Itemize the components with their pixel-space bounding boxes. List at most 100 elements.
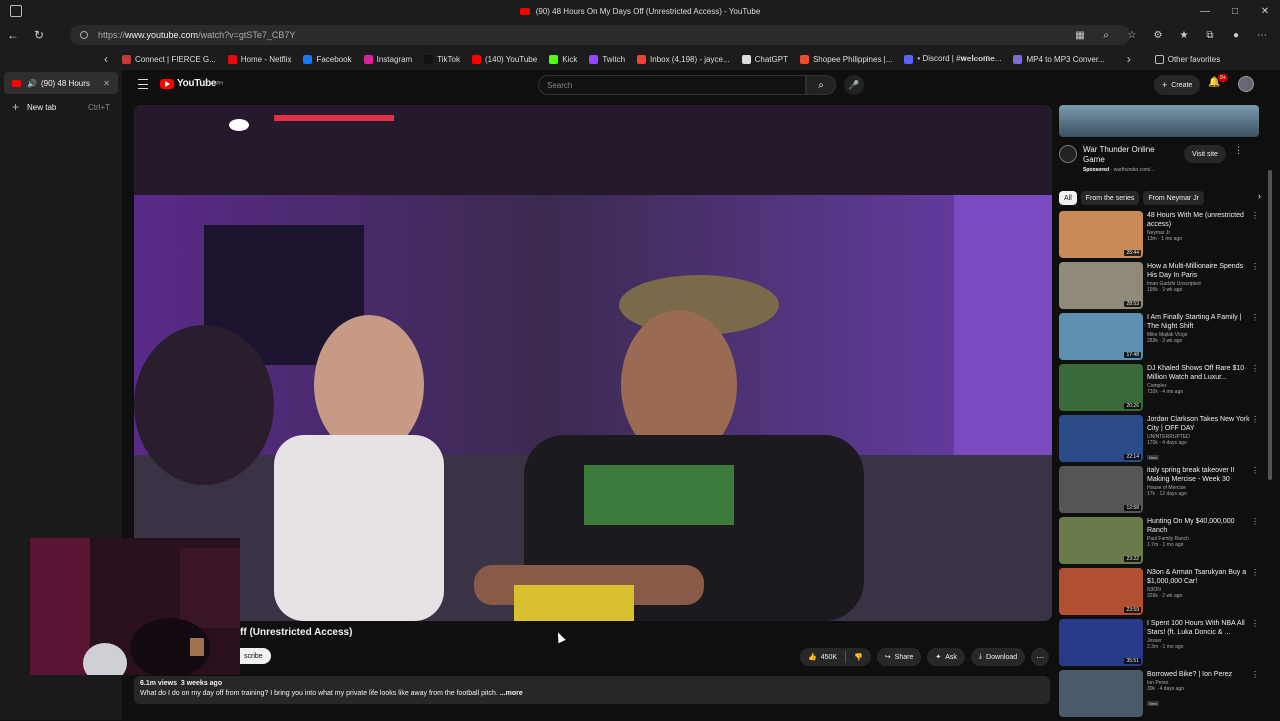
workspaces-icon[interactable] [10, 5, 22, 17]
recommended-video[interactable]: 23:59 N3on & Arman Tsarukyan Buy a $1,000… [1059, 568, 1259, 619]
video-thumbnail[interactable]: 12:58 [1059, 466, 1143, 513]
ad-banner-image[interactable] [1059, 105, 1259, 137]
tab-youtube[interactable]: 🔊 (90) 48 Hours ✕ [4, 72, 118, 94]
menu-icon[interactable] [138, 79, 148, 89]
favorites-scroll-left-icon[interactable]: ‹ [96, 46, 116, 72]
download-button[interactable]: ⤓ Download [970, 648, 1026, 666]
create-button[interactable]: + Create [1154, 75, 1201, 95]
video-menu-icon[interactable]: ⋮ [1251, 262, 1259, 271]
recommended-video[interactable]: 12:58 italy spring break takeover II Maki… [1059, 466, 1259, 517]
recommended-video[interactable]: 20:26 DJ Khaled Shows Off Rare $10 Millio… [1059, 364, 1259, 415]
video-menu-icon[interactable]: ⋮ [1251, 415, 1259, 424]
video-thumbnail[interactable] [1059, 670, 1143, 717]
chip-all[interactable]: All [1059, 191, 1077, 205]
favorite-item[interactable]: (140) YouTube [466, 54, 543, 64]
favorite-item[interactable]: MP4 to MP3 Conver... [1007, 54, 1110, 64]
video-thumbnail[interactable]: 23:22 [1059, 517, 1143, 564]
search-icon[interactable]: ⌕ [806, 75, 836, 95]
chip-from-series[interactable]: From the series [1080, 191, 1140, 205]
more-link[interactable]: ...more [500, 690, 523, 697]
favorite-item[interactable]: Twitch [583, 54, 631, 64]
microphone-icon[interactable]: 🎤 [844, 75, 864, 95]
favorite-item[interactable]: Inbox (4,198) - jayce... [631, 54, 736, 64]
video-menu-icon[interactable]: ⋮ [1251, 517, 1259, 526]
video-menu-icon[interactable]: ⋮ [1251, 466, 1259, 475]
sponsored-label: Sponsored [1083, 167, 1110, 173]
collections-icon[interactable]: ⧉ [1200, 25, 1220, 45]
recommended-video[interactable]: 35:51 I Spent 100 Hours With NBA All Star… [1059, 619, 1259, 670]
recommended-video[interactable]: 28:53 How a Multi-Millionaire Spends His … [1059, 262, 1259, 313]
favorite-item[interactable]: Kick [543, 54, 583, 64]
video-menu-icon[interactable]: ⋮ [1251, 670, 1259, 679]
zoom-icon[interactable]: ⌕ [1096, 25, 1116, 45]
favorite-star-icon[interactable]: ☆ [1122, 25, 1142, 45]
more-actions-icon[interactable]: ⋯ [1031, 648, 1050, 666]
toolbar-icons: ▦ ⌕ ☆ ⚙ ★ ⧉ ● ⋯ [1070, 25, 1272, 45]
favorite-item[interactable]: Home - Netflix [222, 54, 298, 64]
favorite-item[interactable]: Facebook [297, 54, 357, 64]
profile-icon[interactable]: ● [1226, 25, 1246, 45]
page-scrollbar[interactable] [1268, 170, 1272, 480]
back-icon[interactable]: ← [0, 22, 26, 48]
favorite-item[interactable]: Instagram [358, 54, 419, 64]
recommended-video[interactable]: 22:14 Jordan Clarkson Takes New York City… [1059, 415, 1259, 466]
video-thumbnail[interactable]: 20:26 [1059, 364, 1143, 411]
video-meta: 170k · 4 days ago [1147, 440, 1187, 446]
youtube-logo[interactable]: YouTube PH [160, 78, 223, 89]
recommended-video[interactable]: 23:22 Hunting On My $40,000,000 Ranch Paul… [1059, 517, 1259, 568]
speaker-icon[interactable]: 🔊 [27, 79, 37, 88]
visit-site-button[interactable]: Visit site [1184, 145, 1226, 163]
share-button[interactable]: ↪ Share [876, 648, 922, 666]
video-menu-icon[interactable]: ⋮ [1251, 364, 1259, 373]
url-field[interactable]: https://www.youtube.com/watch?v=gtSTe7_C… [70, 25, 1130, 45]
video-thumbnail[interactable]: 23:59 [1059, 568, 1143, 615]
description-box[interactable]: 6.1m views 3 weeks ago What do I do on m… [134, 676, 1050, 704]
new-tab-button[interactable]: + New tab Ctrl+T [4, 96, 118, 118]
minimize-button[interactable]: — [1190, 0, 1220, 22]
youtube-header: YouTube PH Search ⌕ 🎤 + Create 🔔 9+ [126, 70, 1276, 100]
close-tab-icon[interactable]: ✕ [103, 79, 110, 88]
like-icon[interactable]: 👍 [808, 653, 817, 661]
video-thumbnail[interactable]: 35:51 [1059, 619, 1143, 666]
duration-badge: 35:51 [1124, 658, 1141, 664]
extensions-icon[interactable]: ⚙ [1148, 25, 1168, 45]
site-info-icon[interactable] [80, 31, 88, 39]
video-player[interactable] [134, 105, 1052, 621]
apps-icon[interactable]: ▦ [1070, 25, 1090, 45]
favorite-item[interactable]: • Discord | #𝐰𝐞𝐥𝐜𝐨𝐦𝐞... [898, 54, 1007, 64]
close-window-button[interactable]: ✕ [1250, 0, 1280, 22]
video-thumbnail[interactable]: 28:53 [1059, 262, 1143, 309]
video-menu-icon[interactable]: ⋮ [1251, 313, 1259, 322]
maximize-button[interactable]: □ [1220, 0, 1250, 22]
favorites-scroll-right-icon[interactable]: › [1119, 46, 1139, 72]
chevron-right-icon[interactable]: › [1258, 191, 1261, 201]
search-input[interactable]: Search [538, 75, 806, 95]
duration-badge: 20:26 [1124, 403, 1141, 409]
favorite-item[interactable]: ChatGPT [736, 54, 794, 64]
favicon-icon [589, 54, 599, 64]
favorite-item[interactable]: Shopee Philippines |... [794, 54, 898, 64]
chip-from-neymar[interactable]: From Neymar Jr [1143, 191, 1204, 205]
video-thumbnail[interactable]: 26:44 [1059, 211, 1143, 258]
video-thumbnail[interactable]: 17:48 [1059, 313, 1143, 360]
dislike-icon[interactable]: 👎 [854, 653, 863, 661]
other-favorites[interactable]: Other favorites [1149, 54, 1226, 64]
video-menu-icon[interactable]: ⋮ [1251, 568, 1259, 577]
like-count[interactable]: 450K [821, 654, 837, 661]
favorites-icon[interactable]: ★ [1174, 25, 1194, 45]
ask-button[interactable]: ✦ Ask [927, 648, 965, 666]
favorite-label: ChatGPT [754, 54, 788, 64]
favorite-item[interactable]: Connect | FIERCE G... [116, 54, 222, 64]
video-thumbnail[interactable]: 22:14 [1059, 415, 1143, 462]
reload-icon[interactable]: ↻ [26, 22, 52, 48]
video-menu-icon[interactable]: ⋮ [1251, 211, 1259, 220]
new-badge: New [1147, 701, 1160, 706]
recommended-video[interactable]: 26:44 48 Hours With Me (unrestricted acce… [1059, 211, 1259, 262]
menu-dots-icon[interactable]: ⋯ [1252, 25, 1272, 45]
recommended-video[interactable]: Borrowed Bike? | Ion Perez Ion Perez 30k ·… [1059, 670, 1259, 721]
avatar[interactable] [1238, 76, 1254, 92]
recommended-video[interactable]: 17:48 I Am Finally Starting A Family | Th… [1059, 313, 1259, 364]
favorite-item[interactable]: TikTok [418, 54, 466, 64]
ad-menu-icon[interactable]: ⋮ [1234, 145, 1243, 156]
video-menu-icon[interactable]: ⋮ [1251, 619, 1259, 628]
